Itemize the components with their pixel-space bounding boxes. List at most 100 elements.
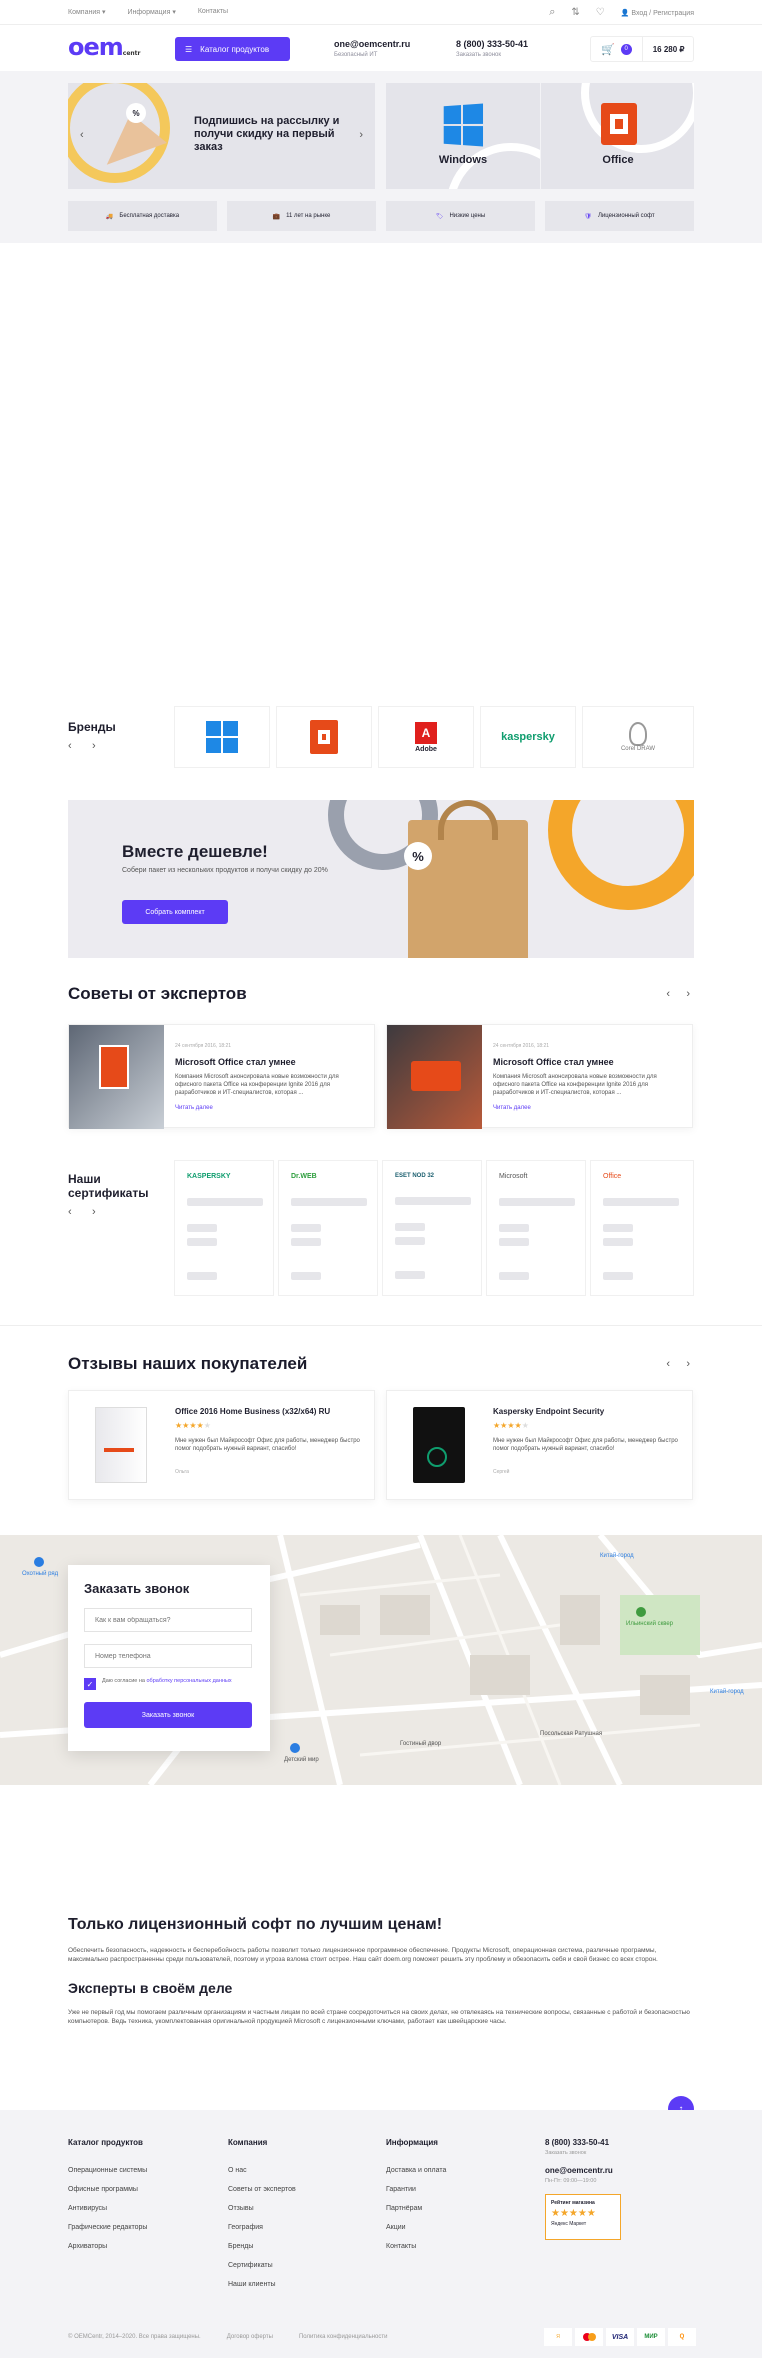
brand-windows[interactable]	[174, 706, 270, 768]
footer-phone[interactable]: 8 (800) 333-50-41	[545, 2138, 621, 2147]
footer-link[interactable]: Антивирусы	[68, 2199, 147, 2218]
top-nav-company[interactable]: Компания ▾	[68, 8, 106, 16]
footer-link[interactable]: Наши клиенты	[228, 2275, 296, 2294]
brand-office[interactable]	[276, 706, 372, 768]
brands-next-icon[interactable]: ›	[92, 740, 96, 752]
logo[interactable]: oemcentr	[68, 33, 141, 61]
article-card[interactable]: 24 сентября 2016, 18:21 Microsoft Office…	[68, 1024, 375, 1129]
top-nav-contacts[interactable]: Контакты	[198, 8, 228, 16]
footer-link[interactable]: Акции	[386, 2218, 446, 2237]
privacy-link[interactable]: Политика конфиденциальности	[299, 2334, 388, 2340]
footer-link[interactable]: Советы от экспертов	[228, 2180, 296, 2199]
review-stars: ★★★★★	[493, 1421, 529, 1430]
footer-link[interactable]: Офисные программы	[68, 2180, 147, 2199]
subscribe-banner[interactable]: % Подпишись на рассылку и получи скидку …	[68, 83, 375, 189]
map-label: Охотный ряд	[22, 1571, 59, 1577]
certificates-prev-icon[interactable]: ‹	[68, 1206, 72, 1218]
catalog-button[interactable]: ☰ Каталог продуктов	[175, 37, 290, 61]
header-phone[interactable]: 8 (800) 333-50-41	[456, 39, 528, 49]
footer-link[interactable]: Партнёрам	[386, 2199, 446, 2218]
map-pin-icon[interactable]	[290, 1743, 300, 1753]
footer-link[interactable]: Операционные системы	[68, 2161, 147, 2180]
article-date: 24 сентября 2016, 18:21	[493, 1043, 550, 1049]
footer-link[interactable]: Архиваторы	[68, 2237, 147, 2256]
cart-icon: 🛒	[601, 43, 615, 56]
seo-section: Только лицензионный софт по лучшим ценам…	[68, 1916, 694, 2026]
footer-link[interactable]: Контакты	[386, 2237, 446, 2256]
footer-link[interactable]: География	[228, 2218, 296, 2237]
footer-email[interactable]: one@oemcentr.ru	[545, 2166, 621, 2175]
bundle-title: Вместе дешевле!	[122, 842, 268, 861]
certificate-card[interactable]: KASPERSKY	[174, 1160, 274, 1296]
callback-title: Заказать звонок	[84, 1581, 190, 1596]
seo-text: Обеспечить безопасность, надежность и бе…	[68, 1947, 658, 1963]
certificates-next-icon[interactable]: ›	[92, 1206, 96, 1218]
footer-link[interactable]: Графические редакторы	[68, 2218, 147, 2237]
brand-adobe[interactable]: A Adobe	[378, 706, 474, 768]
footer-link[interactable]: Отзывы	[228, 2199, 296, 2218]
review-product[interactable]: Kaspersky Endpoint Security	[493, 1407, 604, 1416]
name-input[interactable]	[84, 1608, 252, 1632]
experts-prev-icon[interactable]: ‹	[666, 988, 670, 1000]
footer-link[interactable]: Сертификаты	[228, 2256, 296, 2275]
windows-logo-icon	[206, 721, 238, 753]
footer-link[interactable]: Бренды	[228, 2237, 296, 2256]
article-card[interactable]: 24 сентября 2016, 18:21 Microsoft Office…	[386, 1024, 693, 1129]
callback-button[interactable]: Заказать звонок	[84, 1702, 252, 1728]
map-pin-icon[interactable]	[636, 1607, 646, 1617]
phone-input[interactable]	[84, 1644, 252, 1668]
footer-col-title: Информация	[386, 2138, 438, 2147]
copyright: © OEMCentr, 2014–2020. Все права защищен…	[68, 2334, 201, 2340]
article-read-more[interactable]: Читать далее	[493, 1105, 531, 1111]
experts-next-icon[interactable]: ›	[686, 988, 690, 1000]
brands-section: Бренды ‹ › A Adobe kaspersky Corel DRAW	[68, 706, 694, 768]
article-read-more[interactable]: Читать далее	[175, 1105, 213, 1111]
experts-title: Советы от экспертов	[68, 984, 247, 1003]
reviews-title: Отзывы наших покупателей	[68, 1354, 308, 1373]
brands-prev-icon[interactable]: ‹	[68, 740, 72, 752]
offer-link[interactable]: Договор оферты	[227, 2334, 273, 2340]
heart-icon[interactable]: ♡	[596, 7, 605, 18]
map[interactable]: Охотный ряд Китай-город Ильинский сквер …	[0, 1535, 762, 1785]
footer-callback-link[interactable]: Заказать звонок	[545, 2150, 621, 2156]
compare-icon[interactable]: ⇅	[571, 7, 579, 18]
footer-link[interactable]: Доставка и оплата	[386, 2161, 446, 2180]
reviews-next-icon[interactable]: ›	[686, 1358, 690, 1370]
brand-kaspersky[interactable]: kaspersky	[480, 706, 576, 768]
top-nav-info[interactable]: Информация ▾	[128, 8, 176, 16]
bundle-percent-badge: %	[404, 842, 432, 870]
windows-card[interactable]: Windows	[386, 83, 540, 189]
review-product[interactable]: Office 2016 Home Business (x32/x64) RU	[175, 1407, 330, 1416]
article-title[interactable]: Microsoft Office стал умнее	[493, 1057, 614, 1067]
bundle-banner: % Вместе дешевле! Собери пакет из нескол…	[68, 800, 694, 958]
footer-link[interactable]: О нас	[228, 2161, 296, 2180]
header-callback-link[interactable]: Заказать звонок	[456, 52, 528, 58]
reviews-prev-icon[interactable]: ‹	[666, 1358, 670, 1370]
consent-checkbox[interactable]: ✓	[84, 1678, 96, 1690]
brand-corel[interactable]: Corel DRAW	[582, 706, 694, 768]
certificate-brand: ESET NOD 32	[395, 1173, 435, 1179]
cart-button[interactable]: 🛒 0 16 280 ₽	[590, 36, 694, 62]
windows-logo-icon	[443, 103, 484, 147]
certificate-card[interactable]: Microsoft	[486, 1160, 586, 1296]
certificate-card[interactable]: Dr.WEB	[278, 1160, 378, 1296]
review-author: Ольга	[175, 1469, 189, 1475]
feature-label: Лицензионный софт	[597, 213, 655, 219]
certificate-brand: KASPERSKY	[187, 1173, 231, 1180]
login-link[interactable]: 👤 Вход / Регистрация	[621, 9, 694, 17]
review-text: Мне нужен был Майкрософт Офис для работы…	[175, 1438, 360, 1452]
certificate-card[interactable]: Office	[590, 1160, 694, 1296]
footer-link[interactable]: Гарантии	[386, 2180, 446, 2199]
footer-col-title: Компания	[228, 2138, 268, 2147]
search-icon[interactable]: ⌕	[549, 6, 555, 19]
bundle-button[interactable]: Собрать комплект	[122, 900, 228, 924]
article-title[interactable]: Microsoft Office стал умнее	[175, 1057, 296, 1067]
header-email[interactable]: one@oemcentr.ru	[334, 39, 410, 49]
market-rating-badge[interactable]: Рейтинг магазина ★★★★★ Яндекс Маркет	[545, 2194, 621, 2240]
office-card[interactable]: Office	[540, 83, 694, 189]
prev-arrow-icon[interactable]: ‹	[80, 129, 84, 141]
certificate-card[interactable]: ESET NOD 32	[382, 1160, 482, 1296]
next-arrow-icon[interactable]: ›	[359, 129, 363, 141]
map-pin-icon[interactable]	[34, 1557, 44, 1567]
consent-link[interactable]: обработку персональных данных	[147, 1678, 232, 1684]
